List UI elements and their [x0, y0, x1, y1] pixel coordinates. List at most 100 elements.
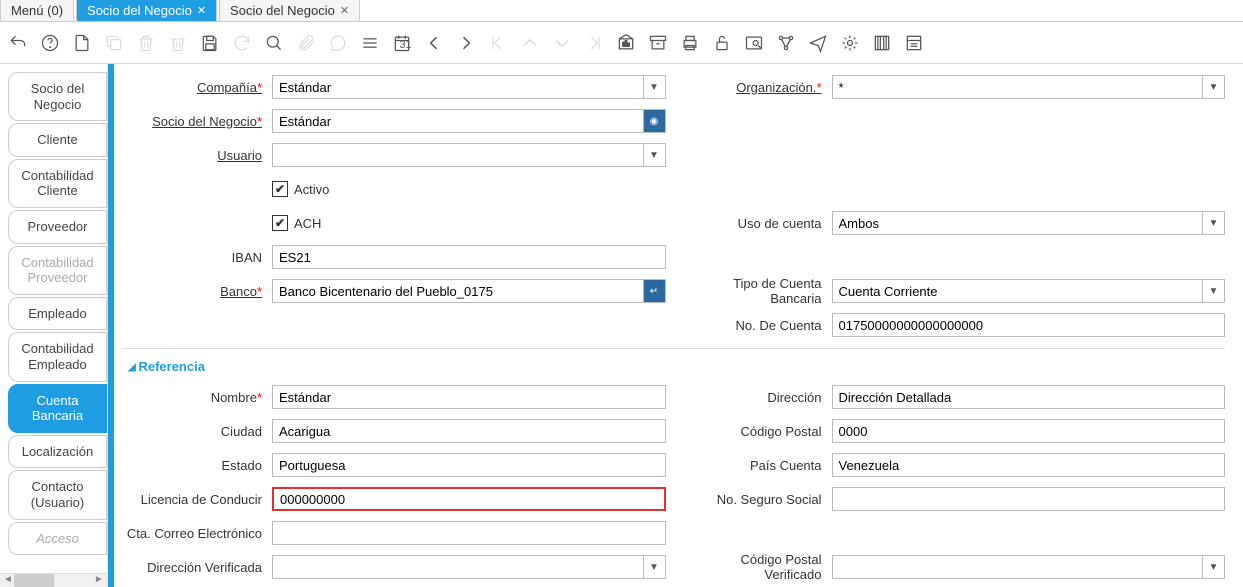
label-dir-verif: Dirección Verificada [122, 560, 272, 575]
label-socio: Socio del Negocio* [122, 114, 272, 129]
input-banco[interactable] [272, 279, 644, 303]
first-icon [488, 33, 508, 53]
input-organizacion[interactable] [832, 75, 1204, 99]
tab-bp-1[interactable]: Socio del Negocio✕ [76, 0, 217, 21]
sidebar-item-cont-proveedor: Contabilidad Proveedor [8, 246, 107, 295]
sidebar-hscroll[interactable]: ◄► [0, 573, 107, 587]
input-uso-cuenta[interactable] [832, 211, 1204, 235]
label-uso-cuenta: Uso de cuenta [682, 216, 832, 231]
input-pais[interactable] [832, 453, 1226, 477]
input-no-cuenta[interactable] [832, 313, 1226, 337]
label-compania: Compañía* [122, 80, 272, 95]
dropdown-icon[interactable]: ▼ [1203, 211, 1225, 235]
attach-icon [296, 33, 316, 53]
new-icon[interactable] [72, 33, 92, 53]
help-icon[interactable] [40, 33, 60, 53]
info-icon[interactable] [904, 33, 924, 53]
input-tipo-cuenta[interactable] [832, 279, 1204, 303]
window-tabs: Menú (0) Socio del Negocio✕ Socio del Ne… [0, 0, 1243, 22]
goto-icon[interactable]: ◉ [644, 109, 666, 133]
prev-icon[interactable] [424, 33, 444, 53]
label-banco: Banco* [122, 284, 272, 299]
dropdown-icon[interactable]: ▼ [1203, 555, 1225, 579]
dropdown-icon[interactable]: ▼ [644, 75, 666, 99]
input-direccion[interactable] [832, 385, 1226, 409]
label-estado: Estado [122, 458, 272, 473]
input-estado[interactable] [272, 453, 666, 477]
next-icon[interactable] [456, 33, 476, 53]
label-tipo-cuenta: Tipo de Cuenta Bancaria [682, 276, 832, 306]
dropdown-icon[interactable]: ▼ [1203, 279, 1225, 303]
label-organizacion: Organización.* [682, 80, 832, 95]
checkbox-activo[interactable]: ✔Activo [272, 181, 329, 197]
sidebar-item-localizacion[interactable]: Localización [8, 435, 107, 469]
save-icon[interactable] [200, 33, 220, 53]
input-cp-verif[interactable] [832, 555, 1204, 579]
refresh-icon [232, 33, 252, 53]
input-licencia[interactable] [272, 487, 666, 511]
input-nombre[interactable] [272, 385, 666, 409]
find-icon[interactable] [264, 33, 284, 53]
content: Compañía* ▼ Organización.* ▼ Socio del N… [114, 64, 1243, 587]
label-iban: IBAN [122, 250, 272, 265]
workflow-icon[interactable] [776, 33, 796, 53]
send-icon[interactable] [808, 33, 828, 53]
calendar-icon[interactable]: 31 [392, 33, 412, 53]
sidebar: Socio del Negocio Cliente Contabilidad C… [0, 64, 108, 587]
chat-icon [328, 33, 348, 53]
label-cp: Código Postal [682, 424, 832, 439]
label-nombre: Nombre* [122, 390, 272, 405]
print-icon[interactable] [680, 33, 700, 53]
input-cp[interactable] [832, 419, 1226, 443]
dropdown-icon[interactable]: ▼ [1203, 75, 1225, 99]
grid-icon[interactable] [360, 33, 380, 53]
sidebar-item-acceso: Acceso [8, 522, 107, 556]
label-ciudad: Ciudad [122, 424, 272, 439]
close-icon[interactable]: ✕ [340, 4, 349, 17]
sidebar-item-empleado[interactable]: Empleado [8, 297, 107, 331]
process-icon[interactable] [840, 33, 860, 53]
sidebar-item-cont-cliente[interactable]: Contabilidad Cliente [8, 159, 107, 208]
sidebar-item-proveedor[interactable]: Proveedor [8, 210, 107, 244]
goto-icon[interactable]: ↵ [644, 279, 666, 303]
tab-bp-2[interactable]: Socio del Negocio✕ [219, 0, 360, 21]
zoom-icon[interactable] [744, 33, 764, 53]
label-seguro: No. Seguro Social [682, 492, 832, 507]
label-cp-verif: Código Postal Verificado [682, 552, 832, 582]
input-socio[interactable] [272, 109, 644, 133]
input-usuario[interactable] [272, 143, 644, 167]
lock-icon[interactable] [712, 33, 732, 53]
down-icon [552, 33, 572, 53]
product-icon[interactable] [872, 33, 892, 53]
label-correo: Cta. Correo Electrónico [122, 526, 272, 541]
undo-icon[interactable] [8, 33, 28, 53]
dropdown-icon[interactable]: ▼ [644, 555, 666, 579]
report-icon[interactable] [616, 33, 636, 53]
last-icon [584, 33, 604, 53]
input-correo[interactable] [272, 521, 666, 545]
input-ciudad[interactable] [272, 419, 666, 443]
input-compania[interactable] [272, 75, 644, 99]
checkbox-ach[interactable]: ✔ACH [272, 215, 321, 231]
close-icon[interactable]: ✕ [197, 4, 206, 17]
label-direccion: Dirección [682, 390, 832, 405]
delete2-icon [168, 33, 188, 53]
archive-icon[interactable] [648, 33, 668, 53]
label-pais: País Cuenta [682, 458, 832, 473]
dropdown-icon[interactable]: ▼ [644, 143, 666, 167]
copy-icon [104, 33, 124, 53]
sidebar-item-cuenta-bancaria[interactable]: Cuenta Bancaria [8, 384, 107, 433]
label-no-cuenta: No. De Cuenta [682, 318, 832, 333]
label-licencia: Licencia de Conducir [122, 492, 272, 507]
section-referencia[interactable]: Referencia [122, 355, 1225, 380]
sidebar-item-cont-empleado[interactable]: Contabilidad Empleado [8, 332, 107, 381]
sidebar-item-contacto[interactable]: Contacto (Usuario) [8, 470, 107, 519]
delete-icon [136, 33, 156, 53]
input-seguro[interactable] [832, 487, 1226, 511]
tab-menu[interactable]: Menú (0) [0, 0, 74, 21]
input-iban[interactable] [272, 245, 666, 269]
input-dir-verif[interactable] [272, 555, 644, 579]
sidebar-item-socio[interactable]: Socio del Negocio [8, 72, 107, 121]
svg-text:31: 31 [400, 39, 412, 51]
sidebar-item-cliente[interactable]: Cliente [8, 123, 107, 157]
